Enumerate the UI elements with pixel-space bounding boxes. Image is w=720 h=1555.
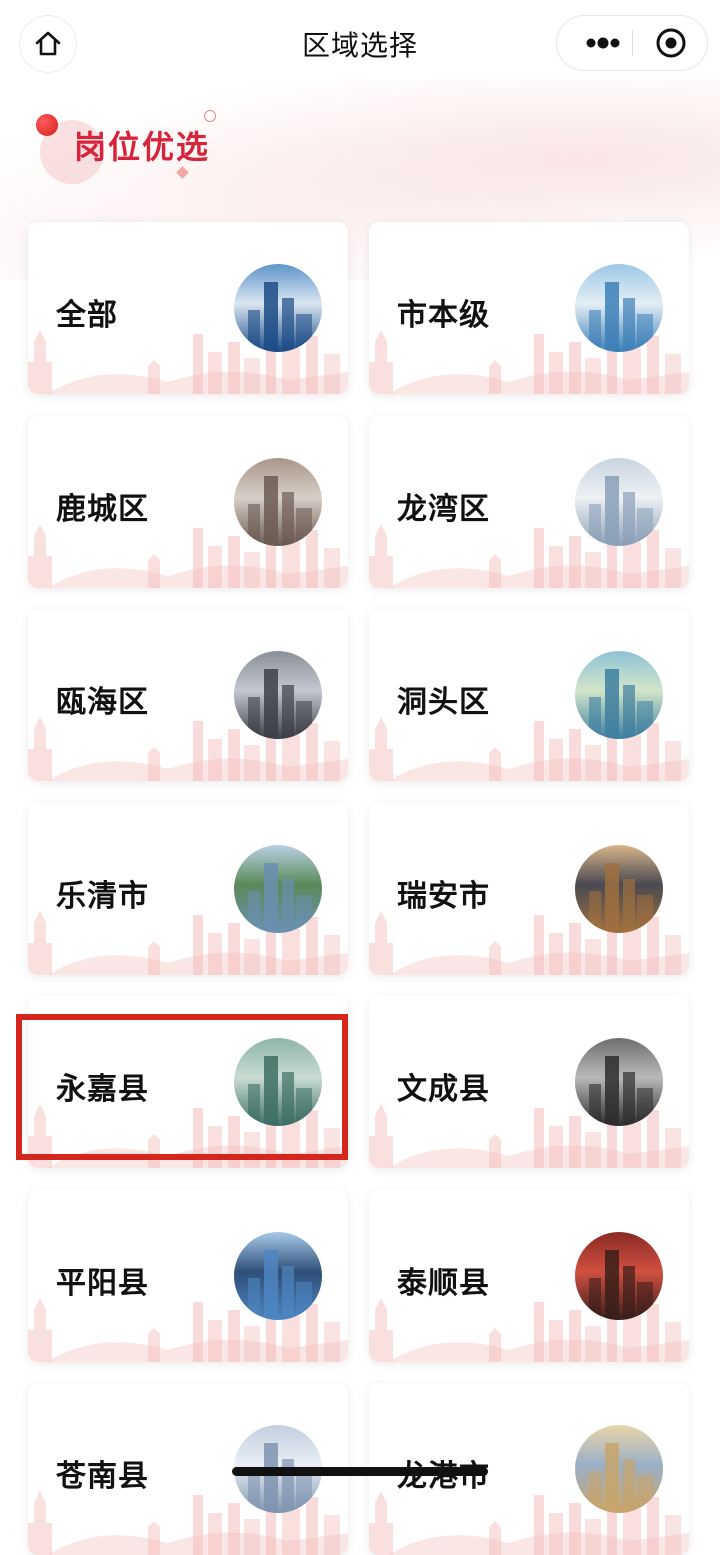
office-tower-photo [234,651,322,739]
covered-bridge-photo [575,1231,663,1320]
region-label: 全部 [56,298,118,333]
sunset-city-photo [575,1425,663,1513]
region-card-11[interactable]: 平阳县 [28,1189,348,1362]
photo-silhouette [248,1249,312,1320]
photo-silhouette [589,669,653,739]
mini-program-capsule [557,16,707,70]
close-mini-program-button[interactable] [643,16,699,70]
home-indicator [232,1467,488,1476]
hillside-village-photo [575,1038,663,1126]
decor-ring [204,110,216,122]
region-label: 洞头区 [397,685,490,720]
photo-silhouette [248,669,312,739]
region-card-4[interactable]: 龙湾区 [369,415,689,588]
region-card-10[interactable]: 文成县 [369,996,689,1168]
region-card-12[interactable]: 泰顺县 [369,1189,689,1362]
region-label: 苍南县 [56,1459,149,1494]
building-1868-photo [234,457,322,546]
harbor-photo [575,651,663,739]
high-rise-photo [575,457,663,546]
apartments-photo [575,844,663,933]
selection-highlight [16,1014,348,1160]
city-night-tower-photo [234,264,322,352]
photo-silhouette [589,1056,653,1126]
region-card-3[interactable]: 鹿城区 [28,415,348,588]
tall-tower-photo [575,264,663,352]
section-header: 岗位优选 [30,108,230,188]
photo-silhouette [589,475,653,546]
skyscraper-photo [234,1231,322,1320]
region-label: 瑞安市 [397,878,490,914]
waterfront-photo [234,844,322,933]
photo-silhouette [589,862,653,933]
region-label: 鹿城区 [56,491,149,527]
region-card-1[interactable]: 全部 [28,222,348,394]
section-title: 岗位优选 [74,128,211,166]
photo-silhouette [248,475,312,546]
photo-silhouette [248,282,312,352]
region-card-6[interactable]: 洞头区 [369,609,689,781]
decor-red-dot [36,114,58,136]
decor-diamond [176,166,189,179]
region-label: 市本级 [397,298,490,333]
region-label: 平阳县 [56,1265,149,1301]
capsule-divider [632,30,633,56]
region-card-8[interactable]: 瑞安市 [369,802,689,975]
more-button[interactable] [575,16,631,70]
region-label: 瓯海区 [56,685,149,720]
top-bar: 区域选择 [0,0,720,86]
target-close-icon [656,28,686,58]
photo-silhouette [248,862,312,933]
region-label: 乐清市 [56,878,149,914]
photo-silhouette [589,1443,653,1513]
region-label: 龙湾区 [397,491,490,527]
region-card-2[interactable]: 市本级 [369,222,689,394]
region-label: 泰顺县 [397,1265,490,1301]
region-card-5[interactable]: 瓯海区 [28,609,348,781]
photo-silhouette [589,1249,653,1320]
photo-silhouette [589,282,653,352]
more-dots-icon [586,37,620,49]
region-label: 文成县 [397,1072,490,1107]
region-card-7[interactable]: 乐清市 [28,802,348,975]
